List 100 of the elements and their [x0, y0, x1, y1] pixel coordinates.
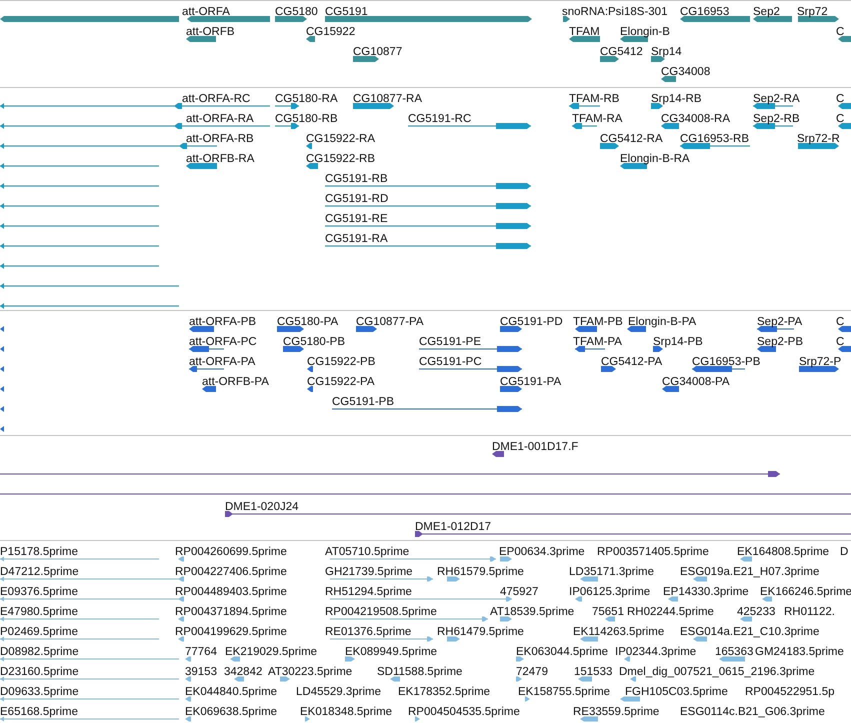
transcript-glyph[interactable]	[500, 326, 522, 332]
transcript-glyph[interactable]	[306, 143, 312, 149]
transcript-glyph[interactable]	[202, 386, 216, 392]
transcript-glyph[interactable]	[662, 386, 679, 392]
read-glyph[interactable]	[415, 716, 420, 722]
transcript-glyph[interactable]	[275, 123, 299, 129]
read-glyph[interactable]	[500, 556, 512, 562]
transcript-glyph[interactable]	[307, 366, 313, 372]
transcript-glyph[interactable]	[419, 366, 522, 372]
read-glyph[interactable]	[178, 556, 184, 562]
read-glyph[interactable]	[0, 636, 159, 642]
read-glyph[interactable]	[390, 676, 400, 682]
transcript-glyph[interactable]	[798, 143, 839, 149]
transcript-glyph[interactable]	[661, 123, 679, 129]
transcript-glyph[interactable]	[325, 183, 531, 189]
transcript-glyph[interactable]	[0, 406, 4, 412]
transcript-glyph[interactable]	[753, 123, 793, 129]
read-glyph[interactable]	[762, 596, 772, 602]
transcript-glyph[interactable]	[0, 303, 179, 309]
transcript-glyph[interactable]	[692, 366, 745, 372]
read-glyph[interactable]	[740, 616, 752, 622]
transcript-glyph[interactable]	[757, 326, 794, 332]
transcript-glyph[interactable]	[838, 103, 851, 109]
transcript-glyph[interactable]	[0, 283, 179, 289]
read-glyph[interactable]	[605, 616, 615, 622]
read-glyph[interactable]	[0, 696, 179, 702]
transcript-glyph[interactable]	[325, 223, 531, 229]
read-glyph[interactable]	[0, 556, 159, 562]
transcript-glyph[interactable]	[753, 103, 793, 109]
transcript-glyph[interactable]	[600, 143, 619, 149]
read-glyph[interactable]	[178, 616, 184, 622]
read-glyph[interactable]	[740, 556, 752, 562]
read-glyph[interactable]	[580, 576, 598, 582]
transcript-glyph[interactable]	[189, 346, 224, 352]
read-glyph[interactable]	[185, 676, 191, 682]
read-glyph[interactable]	[447, 636, 460, 642]
transcript-glyph[interactable]	[174, 103, 270, 109]
read-glyph[interactable]	[305, 716, 310, 722]
read-glyph[interactable]	[185, 696, 191, 702]
read-glyph[interactable]	[280, 676, 290, 682]
read-glyph[interactable]	[230, 656, 240, 662]
clone-glyph[interactable]	[492, 451, 504, 457]
transcript-glyph[interactable]	[0, 223, 159, 229]
transcript-glyph[interactable]	[419, 346, 522, 352]
transcript-glyph[interactable]	[0, 243, 159, 249]
read-glyph[interactable]	[693, 576, 707, 582]
transcript-glyph[interactable]	[306, 163, 318, 169]
transcript-glyph[interactable]	[572, 123, 597, 129]
read-glyph[interactable]	[178, 576, 184, 582]
read-glyph[interactable]	[0, 656, 179, 662]
read-glyph[interactable]	[580, 636, 598, 642]
transcript-glyph[interactable]	[838, 346, 851, 352]
read-glyph[interactable]	[185, 656, 191, 662]
transcript-glyph[interactable]	[283, 346, 304, 352]
transcript-glyph[interactable]	[353, 103, 394, 109]
read-glyph[interactable]	[178, 596, 184, 602]
transcript-glyph[interactable]	[838, 326, 851, 332]
transcript-glyph[interactable]	[0, 366, 4, 372]
transcript-glyph[interactable]	[601, 366, 616, 372]
clone-glyph[interactable]	[0, 471, 780, 477]
transcript-glyph[interactable]	[0, 326, 4, 332]
read-glyph[interactable]	[620, 696, 640, 702]
transcript-glyph[interactable]	[500, 386, 522, 392]
transcript-glyph[interactable]	[575, 346, 605, 352]
read-glyph[interactable]	[330, 636, 433, 642]
read-glyph[interactable]	[0, 676, 179, 682]
transcript-glyph[interactable]	[277, 326, 304, 332]
transcript-glyph[interactable]	[356, 326, 377, 332]
read-glyph[interactable]	[345, 656, 355, 662]
read-glyph[interactable]	[330, 556, 496, 562]
read-glyph[interactable]	[668, 596, 678, 602]
transcript-glyph[interactable]	[799, 366, 839, 372]
transcript-glyph[interactable]	[325, 243, 531, 249]
transcript-glyph[interactable]	[0, 263, 159, 269]
read-glyph[interactable]	[516, 656, 524, 662]
read-glyph[interactable]	[330, 576, 433, 582]
read-glyph[interactable]	[525, 696, 530, 702]
transcript-glyph[interactable]	[757, 346, 776, 352]
transcript-glyph[interactable]	[653, 346, 663, 352]
read-glyph[interactable]	[693, 636, 707, 642]
transcript-glyph[interactable]	[179, 143, 217, 149]
transcript-glyph[interactable]	[0, 163, 159, 169]
read-glyph[interactable]	[0, 716, 179, 722]
read-glyph[interactable]	[500, 616, 512, 622]
transcript-glyph[interactable]	[569, 103, 600, 109]
transcript-glyph[interactable]	[332, 406, 522, 412]
read-glyph[interactable]	[185, 716, 191, 722]
transcript-glyph[interactable]	[275, 103, 299, 109]
read-glyph[interactable]	[719, 656, 745, 662]
transcript-glyph[interactable]	[0, 426, 4, 432]
transcript-glyph[interactable]	[0, 183, 159, 189]
transcript-glyph[interactable]	[174, 123, 270, 129]
read-glyph[interactable]	[447, 576, 460, 582]
read-glyph[interactable]	[234, 676, 244, 682]
transcript-glyph[interactable]	[408, 123, 531, 129]
transcript-glyph[interactable]	[307, 386, 313, 392]
read-glyph[interactable]	[330, 616, 488, 622]
read-glyph[interactable]	[575, 596, 582, 602]
transcript-glyph[interactable]	[680, 143, 750, 149]
transcript-glyph[interactable]	[189, 326, 214, 332]
